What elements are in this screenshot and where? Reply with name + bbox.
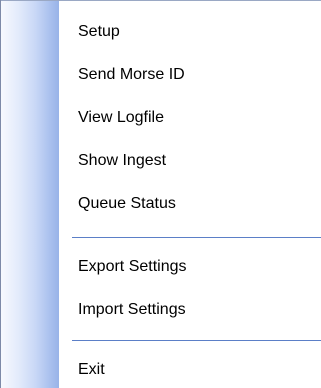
menu-separator	[72, 340, 321, 341]
menu-item-view-logfile[interactable]: View Logfile	[59, 98, 321, 137]
menu-item-exit[interactable]: Exit	[59, 350, 321, 388]
menu-item-import-settings[interactable]: Import Settings	[59, 290, 321, 329]
menu-item-send-morse-id[interactable]: Send Morse ID	[59, 55, 321, 94]
menu-icon-gutter	[1, 1, 59, 388]
menu-separator	[72, 237, 321, 238]
menu-item-queue-status[interactable]: Queue Status	[59, 184, 321, 223]
menu-item-setup[interactable]: Setup	[59, 12, 321, 51]
menu-item-show-ingest[interactable]: Show Ingest	[59, 141, 321, 180]
context-menu: Setup Send Morse ID View Logfile Show In…	[0, 0, 321, 388]
menu-item-export-settings[interactable]: Export Settings	[59, 247, 321, 286]
